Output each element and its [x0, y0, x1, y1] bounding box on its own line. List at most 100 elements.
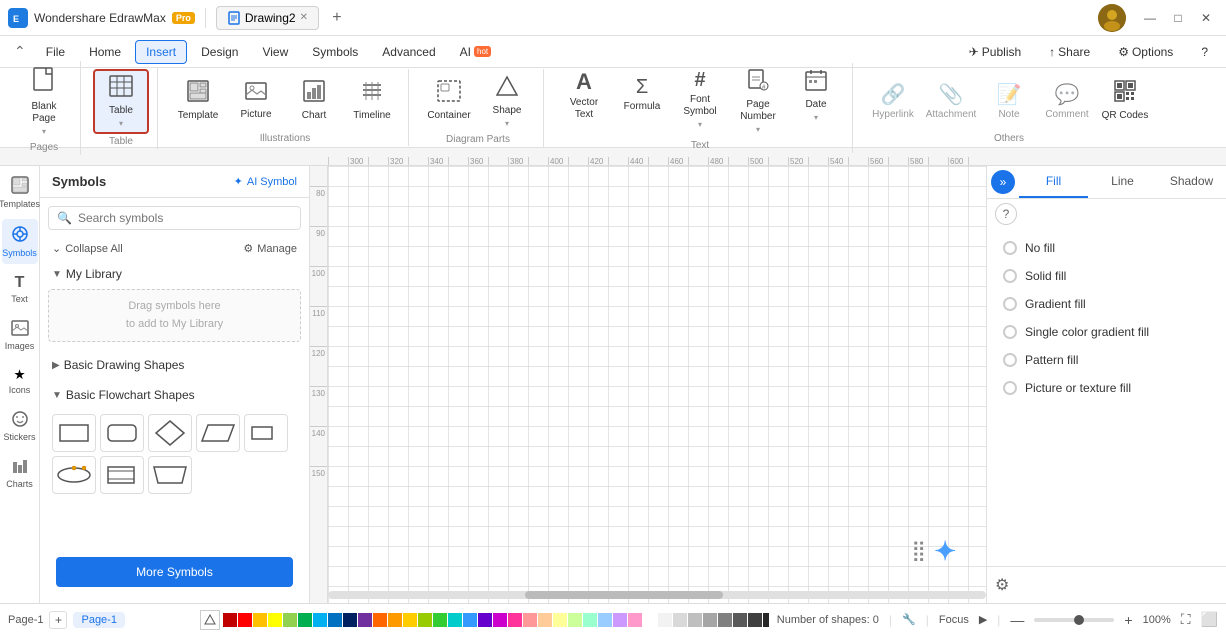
current-page-tab[interactable]: Page-1: [73, 612, 124, 628]
sidebar-item-images[interactable]: Images: [2, 314, 38, 357]
shape-settings-button[interactable]: 🔧: [902, 613, 916, 626]
color-swatch[interactable]: [523, 613, 537, 627]
color-swatch[interactable]: [538, 613, 552, 627]
color-swatch[interactable]: [478, 613, 492, 627]
tab-close-button[interactable]: ✕: [300, 12, 308, 23]
basic-drawing-shapes-header[interactable]: ▶ Basic Drawing Shapes: [40, 354, 309, 376]
manage-button[interactable]: ⚙ Manage: [243, 242, 297, 255]
sidebar-item-icons[interactable]: ★ Icons: [2, 361, 38, 401]
picture-button[interactable]: Picture: [228, 71, 284, 131]
attachment-button[interactable]: 📎 Attachment: [923, 71, 979, 131]
color-swatch[interactable]: [553, 613, 567, 627]
font-symbol-button[interactable]: # FontSymbol ▾: [672, 65, 728, 133]
scrollbar-thumb[interactable]: [525, 591, 722, 599]
options-button[interactable]: ⚙ Options: [1108, 41, 1183, 63]
menu-advanced[interactable]: Advanced: [372, 41, 445, 63]
play-button[interactable]: ▶: [979, 613, 987, 626]
shape-double-rect[interactable]: [100, 456, 144, 494]
expand-button[interactable]: ⛶: [1181, 611, 1191, 628]
document-tab[interactable]: Drawing2 ✕: [216, 6, 319, 30]
color-swatch[interactable]: [703, 613, 717, 627]
panel-collapse-button[interactable]: »: [991, 170, 1015, 194]
zoom-slider-thumb[interactable]: [1074, 615, 1084, 625]
shape-rounded-rect[interactable]: [100, 414, 144, 452]
color-swatch[interactable]: [253, 613, 267, 627]
horizontal-scrollbar[interactable]: [328, 591, 986, 599]
hyperlink-button[interactable]: 🔗 Hyperlink: [865, 71, 921, 131]
shape-manual[interactable]: [148, 456, 192, 494]
date-button[interactable]: Date ▾: [788, 65, 844, 126]
minimize-button[interactable]: —: [1138, 10, 1162, 26]
color-swatch[interactable]: [373, 613, 387, 627]
panel-help-button[interactable]: ?: [995, 203, 1017, 225]
color-swatch[interactable]: [283, 613, 297, 627]
shape-button[interactable]: Shape ▾: [479, 71, 535, 132]
ai-symbol-button[interactable]: ✦ AI Symbol: [234, 175, 297, 188]
shadow-tab[interactable]: Shadow: [1157, 166, 1226, 198]
color-swatch[interactable]: [643, 613, 657, 627]
shape-parallelogram[interactable]: [196, 414, 240, 452]
menu-file[interactable]: File: [36, 41, 75, 63]
menu-design[interactable]: Design: [191, 41, 248, 63]
panel-settings-button[interactable]: ⚙: [995, 575, 1009, 595]
color-swatch[interactable]: [388, 613, 402, 627]
fill-option-no-fill[interactable]: No fill: [995, 237, 1218, 259]
add-page-button[interactable]: +: [49, 611, 67, 629]
color-swatch[interactable]: [493, 613, 507, 627]
collapse-all-button[interactable]: ⌄ Collapse All: [52, 242, 123, 255]
color-swatch[interactable]: [238, 613, 252, 627]
color-swatch[interactable]: [448, 613, 462, 627]
shape-diamond[interactable]: [148, 414, 192, 452]
help-button[interactable]: ?: [1191, 41, 1218, 63]
basic-flowchart-shapes-header[interactable]: ▼ Basic Flowchart Shapes: [40, 384, 309, 406]
zoom-out-button[interactable]: —: [1010, 612, 1024, 628]
zoom-slider[interactable]: [1034, 618, 1114, 622]
formula-button[interactable]: Σ Formula: [614, 65, 670, 125]
color-swatch[interactable]: [688, 613, 702, 627]
color-swatch[interactable]: [418, 613, 432, 627]
shape-rect[interactable]: [52, 414, 96, 452]
canvas-grid[interactable]: ⣿ ✦: [328, 166, 986, 603]
collapse-ribbon-button[interactable]: ⌃: [8, 41, 32, 62]
color-swatch[interactable]: [568, 613, 582, 627]
table-button[interactable]: Table ▾: [93, 69, 149, 134]
fill-tab[interactable]: Fill: [1019, 166, 1088, 198]
color-swatch[interactable]: [268, 613, 282, 627]
more-symbols-button[interactable]: More Symbols: [56, 557, 293, 587]
close-button[interactable]: ✕: [1194, 10, 1218, 26]
container-button[interactable]: Container: [421, 71, 477, 131]
menu-symbols[interactable]: Symbols: [302, 41, 368, 63]
line-tab[interactable]: Line: [1088, 166, 1157, 198]
sidebar-item-templates[interactable]: Templates: [2, 170, 38, 215]
color-swatch[interactable]: [718, 613, 732, 627]
color-swatch[interactable]: [313, 613, 327, 627]
page-number-button[interactable]: # PageNumber ▾: [730, 65, 786, 138]
color-swatch[interactable]: [628, 613, 642, 627]
color-swatch[interactable]: [613, 613, 627, 627]
color-swatch[interactable]: [223, 613, 237, 627]
chart-button[interactable]: Chart: [286, 71, 342, 131]
color-swatch[interactable]: [403, 613, 417, 627]
color-swatch[interactable]: [298, 613, 312, 627]
publish-button[interactable]: ✈ Publish: [959, 41, 1031, 63]
fullscreen-button[interactable]: ⬜: [1201, 611, 1218, 628]
color-swatch[interactable]: [433, 613, 447, 627]
fill-option-texture[interactable]: Picture or texture fill: [995, 377, 1218, 399]
sidebar-item-text[interactable]: T Text: [2, 268, 38, 310]
color-swatch[interactable]: [673, 613, 687, 627]
menu-view[interactable]: View: [252, 41, 298, 63]
color-swatch[interactable]: [733, 613, 747, 627]
color-swatch[interactable]: [343, 613, 357, 627]
share-button[interactable]: ↑ Share: [1039, 41, 1100, 63]
template-button[interactable]: Template: [170, 71, 226, 131]
menu-ai[interactable]: AI hot: [450, 41, 501, 63]
color-swatch[interactable]: [748, 613, 762, 627]
menu-insert[interactable]: Insert: [135, 40, 187, 64]
add-tab-button[interactable]: +: [325, 6, 349, 30]
color-swatch[interactable]: [598, 613, 612, 627]
color-swatch[interactable]: [583, 613, 597, 627]
blank-page-button[interactable]: BlankPage ▾: [16, 63, 72, 140]
color-picker-button[interactable]: [200, 610, 220, 630]
shape-small-rect[interactable]: [244, 414, 288, 452]
qr-codes-button[interactable]: QR Codes: [1097, 71, 1153, 131]
